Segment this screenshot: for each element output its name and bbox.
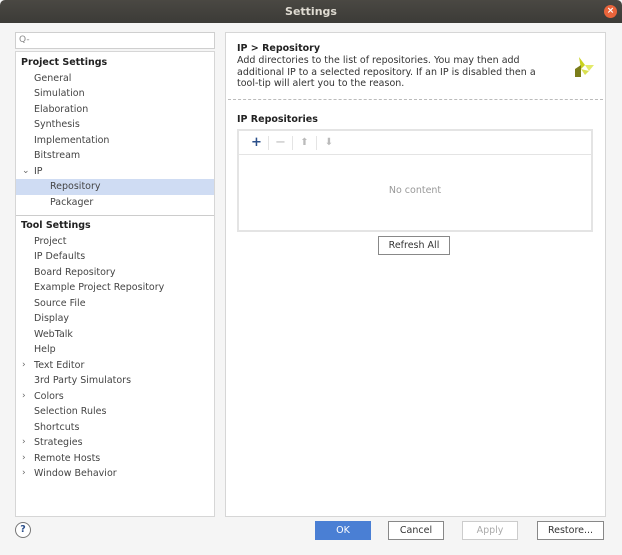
tree-item[interactable]: Display [16, 311, 214, 327]
tree-item[interactable]: Example Project Repository [16, 280, 214, 296]
tree-item[interactable]: Help [16, 342, 214, 358]
tree-item[interactable]: Elaboration [16, 102, 214, 118]
project-settings-header: Project Settings [21, 57, 108, 68]
tree-item[interactable]: Implementation [16, 133, 214, 149]
tree-item-label: Project [34, 235, 67, 247]
close-icon[interactable]: × [604, 5, 617, 18]
ok-button[interactable]: OK [315, 521, 371, 540]
divider [16, 215, 214, 216]
tree-item-label: Strategies [34, 437, 83, 448]
tree-item[interactable]: Simulation [16, 86, 214, 102]
tree-item-label: Source File [34, 297, 86, 309]
tree-item-label: 3rd Party Simulators [34, 375, 132, 386]
tree-item[interactable]: Selection Rules [16, 404, 214, 420]
section-title: IP Repositories [237, 114, 318, 125]
chevron-right-icon[interactable]: › [22, 389, 26, 405]
tree-item[interactable]: Project [16, 234, 214, 250]
settings-panel: IP > Repository Add directories to the l… [225, 32, 606, 517]
tree-item-ip[interactable]: ⌄ IP [16, 164, 214, 180]
tree-item[interactable]: IP Defaults [16, 249, 214, 265]
tree-item[interactable]: Board Repository [16, 265, 214, 281]
tree-item[interactable]: › Strategies [16, 435, 214, 451]
tree-item[interactable]: Shortcuts [16, 420, 214, 436]
panel-title: IP > Repository [237, 43, 321, 54]
restore-button[interactable]: Restore... [537, 521, 604, 540]
apply-button[interactable]: Apply [462, 521, 518, 540]
chevron-down-icon[interactable]: ⌄ [22, 164, 30, 180]
panel-description: Add directories to the list of repositor… [237, 55, 536, 89]
tree-item-label: Board Repository [34, 266, 116, 278]
tree-item-label: Shortcuts [34, 421, 80, 433]
tree-item[interactable]: 3rd Party Simulators [16, 373, 214, 389]
divider [228, 99, 603, 100]
tree-item-label: Selection Rules [34, 406, 107, 417]
tree-item[interactable]: Synthesis [16, 117, 214, 133]
tree-item[interactable]: Source File [16, 296, 214, 312]
tool-settings-header: Tool Settings [21, 220, 91, 231]
refresh-all-button[interactable]: Refresh All [378, 236, 450, 255]
tree-item-packager[interactable]: Packager [16, 195, 214, 211]
tree-item[interactable]: › Remote Hosts [16, 451, 214, 467]
move-down-icon[interactable]: ⬇ [317, 136, 341, 150]
tree-item-label: Help [34, 344, 56, 355]
add-icon[interactable]: + [245, 135, 269, 150]
vivado-logo-icon [575, 57, 594, 77]
chevron-right-icon[interactable]: › [22, 451, 26, 467]
tree-item-label: Display [34, 313, 70, 324]
chevron-right-icon[interactable]: › [22, 358, 26, 374]
tree-item-label: Remote Hosts [34, 452, 101, 464]
tree-item-label: IP Defaults [34, 251, 86, 262]
tree-item-label: Window Behavior [34, 468, 117, 479]
tree-item-label: Colors [34, 390, 64, 402]
chevron-right-icon[interactable]: › [22, 435, 26, 451]
window-title: Settings [285, 5, 337, 18]
tree-item-label: Text Editor [34, 359, 85, 371]
tree-item-label: WebTalk [34, 328, 73, 340]
chevron-right-icon[interactable]: › [22, 466, 26, 482]
tree-item[interactable]: General [16, 71, 214, 87]
help-icon[interactable]: ? [15, 522, 31, 538]
tree-item[interactable]: WebTalk [16, 327, 214, 343]
repository-list[interactable]: + − ⬆ ⬇ No content [237, 129, 593, 232]
move-up-icon[interactable]: ⬆ [293, 135, 317, 150]
title-bar: Settings × [0, 0, 622, 23]
tree-item-repository[interactable]: Repository [16, 179, 214, 195]
tree-item-label: Example Project Repository [34, 282, 165, 293]
tree-item[interactable]: › Colors [16, 389, 214, 405]
tree-item[interactable]: › Window Behavior [16, 466, 214, 482]
tree-item-label: IP [34, 165, 43, 177]
settings-tree: Project Settings General Simulation Elabor… [15, 51, 215, 517]
tree-item[interactable]: Bitstream [16, 148, 214, 164]
tree-item[interactable]: › Text Editor [16, 358, 214, 374]
repository-toolbar: + − ⬆ ⬇ [239, 131, 591, 155]
remove-icon[interactable]: − [269, 135, 293, 150]
empty-message: No content [388, 185, 442, 196]
cancel-button[interactable]: Cancel [388, 521, 444, 540]
search-input[interactable]: Q- [15, 32, 215, 49]
